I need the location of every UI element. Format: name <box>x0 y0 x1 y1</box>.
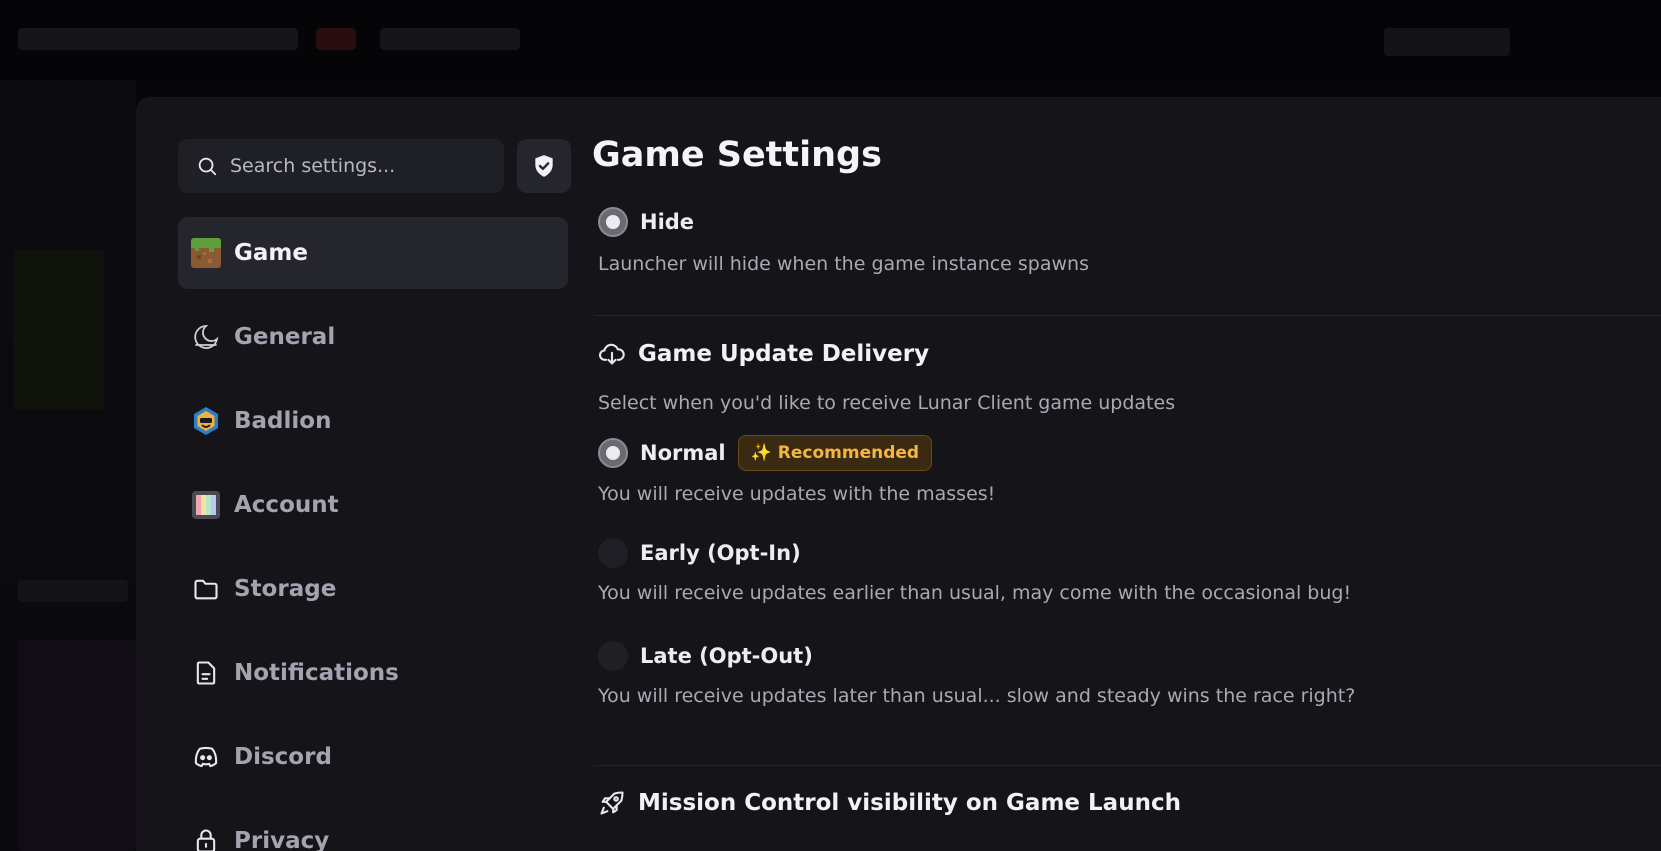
search-icon <box>196 155 218 177</box>
sidebar-item-badlion[interactable]: Badlion <box>178 385 568 457</box>
lock-icon <box>190 825 222 851</box>
section-title: Game Update Delivery <box>638 341 930 367</box>
badge-label: Recommended <box>777 443 920 463</box>
rocket-icon <box>598 789 626 817</box>
radio-button[interactable] <box>598 438 628 468</box>
account-avatar-icon <box>190 489 222 521</box>
search-input[interactable] <box>228 154 492 178</box>
background-blur-button <box>1384 28 1510 56</box>
sidebar-item-general[interactable]: General <box>178 301 568 373</box>
option-description: You will receive updates later than usua… <box>598 685 1356 707</box>
section-header-update-delivery: Game Update Delivery <box>598 340 929 368</box>
badlion-logo-icon <box>190 405 222 437</box>
sidebar-item-label: Notifications <box>234 660 399 686</box>
background-blur-text <box>18 28 298 50</box>
radio-early[interactable]: Early (Opt-In) <box>598 538 801 568</box>
option-description: You will receive updates with the masses… <box>598 483 996 505</box>
shield-check-icon <box>531 153 557 179</box>
option-description: Launcher will hide when the game instanc… <box>598 253 1089 275</box>
sidebar-item-label: Storage <box>234 576 337 602</box>
recommended-badge: ✨ Recommended <box>737 435 933 471</box>
settings-sidebar: Game General Badlion Account Storage Not… <box>178 217 568 851</box>
section-divider <box>594 315 1661 316</box>
sidebar-item-label: Game <box>234 240 308 266</box>
background-topbar <box>0 0 1661 80</box>
sparkle-icon: ✨ <box>750 443 772 463</box>
option-description: You will receive updates earlier than us… <box>598 582 1352 604</box>
sidebar-item-label: Privacy <box>234 828 330 851</box>
search-box[interactable] <box>178 139 504 193</box>
background-blur-heading <box>18 580 128 602</box>
sidebar-item-notifications[interactable]: Notifications <box>178 637 568 709</box>
settings-modal: Game General Badlion Account Storage <box>136 97 1661 851</box>
sidebar-item-label: Discord <box>234 744 332 770</box>
sidebar-item-privacy[interactable]: Privacy <box>178 805 568 851</box>
sidebar-item-discord[interactable]: Discord <box>178 721 568 793</box>
section-title: Mission Control visibility on Game Launc… <box>638 790 1181 816</box>
radio-label: Hide <box>640 210 695 234</box>
grass-block-icon <box>190 237 222 269</box>
background-left-panel <box>0 80 136 851</box>
sidebar-item-game[interactable]: Game <box>178 217 568 289</box>
radio-label: Early (Opt-In) <box>640 541 801 565</box>
radio-normal[interactable]: Normal ✨ Recommended <box>598 435 933 471</box>
security-button[interactable] <box>517 139 571 193</box>
radio-label: Late (Opt-Out) <box>640 644 813 668</box>
folder-icon <box>190 573 222 605</box>
section-header-mission-control: Mission Control visibility on Game Launc… <box>598 789 1181 817</box>
section-description: Select when you'd like to receive Lunar … <box>598 392 1176 414</box>
page-title: Game Settings <box>592 135 882 175</box>
background-blur-thumb <box>18 640 136 851</box>
radio-late[interactable]: Late (Opt-Out) <box>598 641 813 671</box>
section-divider <box>594 765 1661 766</box>
background-blur-user <box>380 28 520 50</box>
discord-icon <box>190 741 222 773</box>
radio-button[interactable] <box>598 538 628 568</box>
cloud-download-icon <box>598 340 626 368</box>
radio-hide[interactable]: Hide <box>598 207 694 237</box>
sidebar-item-label: General <box>234 324 336 350</box>
sidebar-item-account[interactable]: Account <box>178 469 568 541</box>
sidebar-item-storage[interactable]: Storage <box>178 553 568 625</box>
background-blur-art <box>14 250 104 410</box>
background-blur-flag <box>316 28 356 50</box>
radio-button[interactable] <box>598 207 628 237</box>
radio-label: Normal <box>640 441 726 465</box>
sidebar-item-label: Account <box>234 492 339 518</box>
radio-button[interactable] <box>598 641 628 671</box>
sidebar-item-label: Badlion <box>234 408 332 434</box>
lunar-logo-icon <box>190 321 222 353</box>
document-icon <box>190 657 222 689</box>
